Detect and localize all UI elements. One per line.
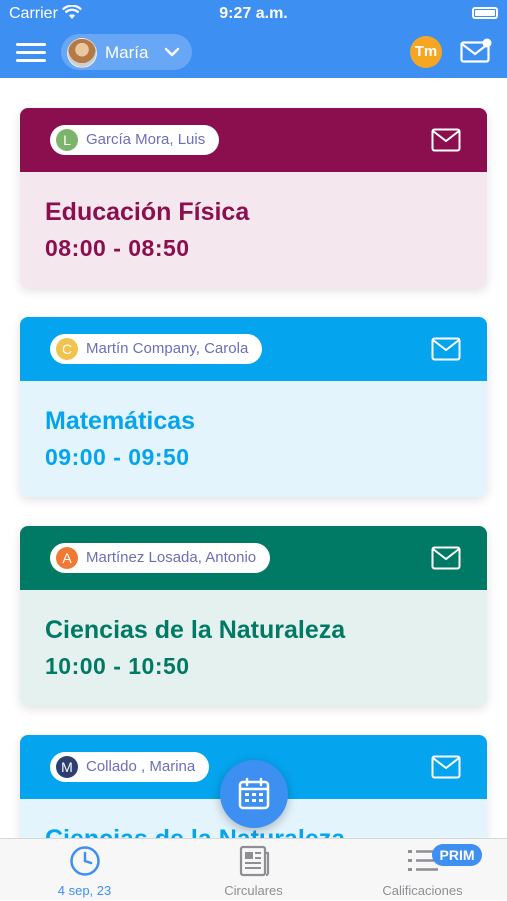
teacher-initial: M bbox=[56, 756, 78, 778]
card-header: C Martín Company, Carola bbox=[20, 317, 487, 381]
user-name: María bbox=[105, 43, 149, 62]
battery-icon bbox=[472, 7, 498, 19]
menu-line-icon bbox=[16, 43, 46, 46]
teacher-chip[interactable]: A Martínez Losada, Antonio bbox=[50, 543, 271, 573]
teacher-name: Collado , Marina bbox=[86, 758, 196, 775]
chevron-down-icon bbox=[163, 43, 181, 66]
user-selector[interactable]: María bbox=[61, 34, 192, 70]
calendar-button[interactable] bbox=[220, 760, 288, 828]
tab-calendar-date[interactable]: 4 sep, 23 bbox=[0, 839, 169, 901]
calendar-icon bbox=[238, 777, 270, 810]
menu-line-icon bbox=[16, 51, 46, 54]
nav-bar: María Tm bbox=[0, 28, 507, 78]
mail-icon[interactable] bbox=[431, 546, 461, 575]
tm-notification-badge[interactable]: Tm bbox=[410, 36, 442, 68]
class-hours: 08:00 - 08:50 bbox=[45, 235, 190, 261]
subject-name: Matemáticas bbox=[45, 407, 196, 435]
subject-name: Educación Física bbox=[45, 198, 250, 226]
class-card[interactable]: A Martínez Losada, Antonio Ciencias de l… bbox=[20, 526, 487, 706]
hamburger-menu-button[interactable] bbox=[16, 41, 46, 65]
schedule-list: L García Mora, Luis Educación Física 08:… bbox=[0, 78, 507, 840]
teacher-initial: L bbox=[56, 129, 78, 151]
teacher-chip[interactable]: M Collado , Marina bbox=[50, 752, 210, 782]
class-hours: 09:00 - 09:50 bbox=[45, 444, 190, 470]
user-avatar bbox=[67, 38, 97, 68]
teacher-name: Martínez Losada, Antonio bbox=[86, 549, 257, 566]
mail-icon[interactable] bbox=[431, 128, 461, 157]
card-header: L García Mora, Luis bbox=[20, 108, 487, 172]
teacher-initial: C bbox=[56, 338, 78, 360]
card-body: Matemáticas 09:00 - 09:50 bbox=[20, 381, 487, 497]
status-bar: Carrier 9:27 a.m. bbox=[0, 0, 507, 28]
card-body: Ciencias de la Naturaleza 10:00 - 10:50 bbox=[20, 590, 487, 706]
newspaper-icon bbox=[169, 845, 338, 882]
prim-badge: PRIM bbox=[432, 844, 482, 866]
clock-icon bbox=[0, 845, 169, 882]
card-header: A Martínez Losada, Antonio bbox=[20, 526, 487, 590]
teacher-chip[interactable]: L García Mora, Luis bbox=[50, 125, 220, 155]
tab-label: Calificaciones bbox=[382, 883, 463, 898]
tab-calificaciones[interactable]: Calificaciones bbox=[338, 839, 507, 901]
mail-icon[interactable] bbox=[431, 337, 461, 366]
class-card[interactable]: L García Mora, Luis Educación Física 08:… bbox=[20, 108, 487, 288]
list-icon bbox=[338, 845, 507, 882]
teacher-name: Martín Company, Carola bbox=[86, 340, 249, 357]
tab-label: Circulares bbox=[224, 883, 283, 898]
class-card[interactable]: C Martín Company, Carola Matemáticas 09:… bbox=[20, 317, 487, 497]
teacher-chip[interactable]: C Martín Company, Carola bbox=[50, 334, 263, 364]
messages-icon[interactable] bbox=[460, 38, 492, 69]
class-hours: 10:00 - 10:50 bbox=[45, 653, 190, 679]
clock-time: 9:27 a.m. bbox=[219, 5, 288, 22]
subject-name: Ciencias de la Naturaleza bbox=[45, 616, 346, 644]
mail-icon[interactable] bbox=[431, 755, 461, 784]
tab-label: 4 sep, 23 bbox=[57, 883, 112, 898]
card-body: Educación Física 08:00 - 08:50 bbox=[20, 172, 487, 288]
teacher-initial: A bbox=[56, 547, 78, 569]
tab-circulares[interactable]: Circulares bbox=[169, 839, 338, 901]
teacher-name: García Mora, Luis bbox=[86, 131, 206, 148]
menu-line-icon bbox=[16, 59, 46, 62]
tab-bar: 4 sep, 23 Circulares Calificaciones bbox=[0, 838, 507, 900]
